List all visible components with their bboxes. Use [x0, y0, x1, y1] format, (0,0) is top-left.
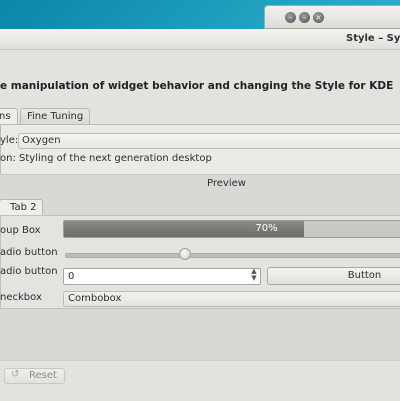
slider-track[interactable]: [65, 253, 400, 258]
reset-icon: ↺: [11, 369, 20, 380]
tab-applications[interactable]: ns: [0, 108, 18, 125]
style-combobox[interactable]: Oxygen: [18, 133, 400, 149]
push-button[interactable]: Button: [267, 267, 400, 285]
background-window[interactable]: – – ×: [264, 5, 400, 29]
slider-handle[interactable]: [178, 248, 191, 260]
radio-button-1[interactable]: adio button: [0, 247, 58, 258]
style-label: yle:: [0, 135, 19, 146]
minimize-icon[interactable]: –: [285, 12, 296, 23]
close-icon[interactable]: ×: [313, 12, 324, 23]
title-bar[interactable]: [0, 29, 400, 50]
maximize-icon[interactable]: –: [299, 12, 310, 23]
module-description: e manipulation of widget behavior and ch…: [0, 80, 394, 92]
tab-2-label: Tab 2: [10, 202, 37, 213]
progress-bar: 70%: [63, 220, 400, 238]
style-description: on: Styling of the next generation deskt…: [0, 153, 212, 164]
spin-arrows-icon[interactable]: ▲ ▼: [249, 268, 259, 285]
tab-2[interactable]: Tab 2: [0, 199, 44, 215]
preview-combobox[interactable]: Combobox: [63, 291, 400, 307]
spinbox-input[interactable]: 0: [63, 268, 261, 285]
radio-button-2[interactable]: adio button: [0, 266, 58, 277]
group-box-label: oup Box: [0, 225, 41, 236]
checkbox[interactable]: neckbox: [0, 292, 42, 303]
tab-fine-tuning[interactable]: Fine Tuning: [20, 108, 91, 125]
progress-fill: [64, 221, 305, 237]
preview-label: Preview: [207, 178, 246, 189]
window-title: Style – Sy: [346, 33, 400, 44]
